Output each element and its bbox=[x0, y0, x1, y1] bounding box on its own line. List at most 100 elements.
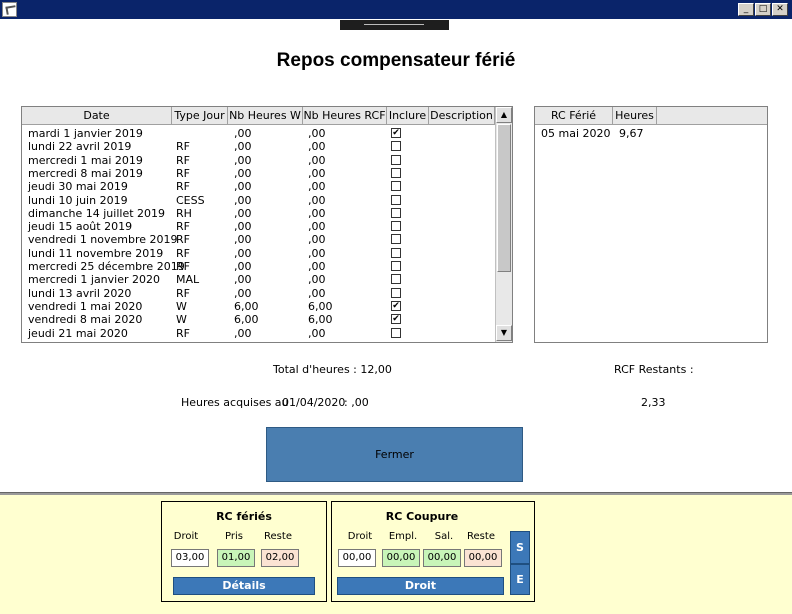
column-header-heures-w[interactable]: Nb Heures W bbox=[228, 107, 303, 125]
rc-feries-droit-field[interactable]: 03,00 bbox=[171, 549, 209, 567]
rc-ferie-date[interactable]: 05 mai 2020 bbox=[541, 127, 611, 140]
row-heures-w: ,00 bbox=[234, 286, 252, 300]
table-row[interactable]: jeudi 21 mai 2020 RF ,00 ,00 bbox=[22, 327, 495, 340]
row-type-jour: W bbox=[176, 299, 187, 313]
inclure-checkbox[interactable] bbox=[391, 141, 401, 152]
row-heures-w: ,00 bbox=[234, 153, 252, 167]
table-row[interactable]: lundi 11 novembre 2019 RF ,00 ,00 bbox=[22, 247, 495, 260]
row-heures-rcf: ,00 bbox=[308, 233, 326, 247]
table-row[interactable]: lundi 13 avril 2020 RF ,00 ,00 bbox=[22, 287, 495, 300]
details-button[interactable]: Détails bbox=[173, 577, 315, 595]
close-window-button[interactable]: ✕ bbox=[772, 3, 788, 16]
column-header-date[interactable]: Date bbox=[22, 107, 172, 125]
column-header-rc-ferie[interactable]: RC Férié bbox=[535, 107, 613, 125]
rc-coupure-reste-field[interactable]: 00,00 bbox=[464, 549, 502, 567]
row-heures-w: ,00 bbox=[234, 326, 252, 340]
row-heures-rcf: ,00 bbox=[308, 166, 326, 180]
inclure-checkbox[interactable] bbox=[391, 287, 401, 298]
table-row[interactable]: mardi 1 janvier 2019 ,00 ,00 ✔ bbox=[22, 127, 495, 140]
table-row[interactable]: vendredi 1 novembre 2019 RF ,00 ,00 bbox=[22, 233, 495, 246]
rc-coupure-sal-field[interactable]: 00,00 bbox=[423, 549, 461, 567]
rc-feries-panel: RC fériés Droit Pris Reste 03,00 01,00 0… bbox=[161, 501, 327, 602]
rc-feries-pris-field[interactable]: 01,00 bbox=[217, 549, 255, 567]
table-row[interactable]: lundi 22 avril 2019 RF ,00 ,00 bbox=[22, 140, 495, 153]
rc-coupure-sal-label: Sal. bbox=[434, 531, 454, 542]
rc-feries-reste-label: Reste bbox=[264, 531, 292, 542]
e-button[interactable]: E bbox=[510, 564, 530, 595]
row-date: lundi 11 novembre 2019 bbox=[28, 246, 164, 260]
inclure-checkbox[interactable] bbox=[391, 274, 401, 285]
inclure-checkbox[interactable] bbox=[391, 207, 401, 218]
table-row[interactable]: mercredi 1 mai 2019 RF ,00 ,00 bbox=[22, 154, 495, 167]
table-row[interactable]: mercredi 25 décembre 2019 RF ,00 ,00 bbox=[22, 260, 495, 273]
s-button[interactable]: S bbox=[510, 531, 530, 564]
inclure-checkbox[interactable] bbox=[391, 194, 401, 205]
row-heures-w: ,00 bbox=[234, 273, 252, 287]
row-date: jeudi 30 mai 2019 bbox=[28, 180, 128, 194]
row-type-jour: W bbox=[176, 313, 187, 327]
row-heures-w: ,00 bbox=[234, 206, 252, 220]
inclure-checkbox[interactable]: ✔ bbox=[391, 128, 401, 138]
rc-ferie-heures[interactable]: 9,67 bbox=[619, 127, 644, 140]
rc-coupure-title: RC Coupure bbox=[385, 510, 459, 523]
table-row[interactable]: mercredi 1 janvier 2020 MAL ,00 ,00 bbox=[22, 273, 495, 286]
table-row[interactable]: vendredi 8 mai 2020 W 6,00 6,00 ✔ bbox=[22, 313, 495, 326]
row-date: mardi 1 janvier 2019 bbox=[28, 127, 143, 140]
inclure-checkbox[interactable] bbox=[391, 181, 401, 192]
table-row[interactable]: mercredi 8 mai 2019 RF ,00 ,00 bbox=[22, 167, 495, 180]
scroll-up-icon[interactable]: ▲ bbox=[496, 107, 512, 123]
inclure-checkbox[interactable] bbox=[391, 234, 401, 245]
fermer-button[interactable]: Fermer bbox=[266, 427, 523, 482]
table-row[interactable]: dimanche 14 juillet 2019 RH ,00 ,00 bbox=[22, 207, 495, 220]
rc-feries-reste-field[interactable]: 02,00 bbox=[261, 549, 299, 567]
rc-ferie-table: RC Férié Heures 05 mai 2020 9,67 bbox=[534, 106, 768, 343]
app-icon bbox=[2, 2, 17, 17]
column-header-heures-rcf[interactable]: Nb Heures RCF bbox=[303, 107, 387, 125]
inclure-checkbox[interactable] bbox=[391, 327, 401, 338]
inclure-checkbox[interactable]: ✔ bbox=[391, 314, 401, 325]
table-scrollbar[interactable]: ▲ ▼ bbox=[495, 107, 512, 342]
rc-coupure-droit-label: Droit bbox=[347, 531, 373, 542]
heures-acquises-date: 01/04/2020 bbox=[282, 396, 346, 409]
minimize-button[interactable]: _ bbox=[738, 3, 754, 16]
row-heures-w: 6,00 bbox=[234, 299, 259, 313]
droit-button[interactable]: Droit bbox=[337, 577, 504, 595]
column-header-heures[interactable]: Heures bbox=[613, 107, 657, 125]
row-heures-w: ,00 bbox=[234, 193, 252, 207]
row-heures-rcf: ,00 bbox=[308, 273, 326, 287]
inclure-checkbox[interactable] bbox=[391, 154, 401, 165]
column-header-inclure[interactable]: Inclure bbox=[387, 107, 429, 125]
row-heures-w: ,00 bbox=[234, 260, 252, 273]
inclure-checkbox[interactable] bbox=[391, 247, 401, 258]
row-heures-w: ,00 bbox=[234, 127, 252, 140]
scroll-down-icon[interactable]: ▼ bbox=[496, 325, 512, 341]
inclure-checkbox[interactable] bbox=[391, 221, 401, 232]
rc-feries-title: RC fériés bbox=[216, 510, 272, 523]
table-row[interactable]: lundi 10 juin 2019 CESS ,00 ,00 bbox=[22, 194, 495, 207]
row-heures-rcf: 6,00 bbox=[308, 313, 333, 327]
maximize-button[interactable]: □ bbox=[755, 3, 771, 16]
column-header-description[interactable]: Description bbox=[429, 107, 495, 125]
rc-coupure-droit-field[interactable]: 00,00 bbox=[338, 549, 376, 567]
row-heures-rcf: ,00 bbox=[308, 326, 326, 340]
row-heures-w: ,00 bbox=[234, 166, 252, 180]
table-row[interactable]: vendredi 1 mai 2020 W 6,00 6,00 ✔ bbox=[22, 300, 495, 313]
row-date: mercredi 1 mai 2019 bbox=[28, 153, 143, 167]
scroll-thumb[interactable] bbox=[497, 124, 511, 272]
rc-coupure-empl-field[interactable]: 00,00 bbox=[382, 549, 420, 567]
rc-coupure-panel: RC Coupure Droit Empl. Sal. Reste 00,00 … bbox=[331, 501, 535, 602]
rcf-restants-label: RCF Restants : bbox=[614, 363, 694, 376]
row-heures-rcf: ,00 bbox=[308, 206, 326, 220]
column-header-type[interactable]: Type Jour bbox=[172, 107, 228, 125]
table-row[interactable]: jeudi 30 mai 2019 RF ,00 ,00 bbox=[22, 180, 495, 193]
row-date: jeudi 15 août 2019 bbox=[28, 220, 133, 234]
inclure-checkbox[interactable] bbox=[391, 167, 401, 178]
inclure-checkbox[interactable] bbox=[391, 261, 401, 271]
row-heures-rcf: ,00 bbox=[308, 153, 326, 167]
drag-handle[interactable] bbox=[340, 20, 449, 30]
inclure-checkbox[interactable]: ✔ bbox=[391, 300, 401, 311]
table-row[interactable]: jeudi 15 août 2019 RF ,00 ,00 bbox=[22, 220, 495, 233]
page-title: Repos compensateur férié bbox=[276, 50, 516, 71]
row-type-jour: RF bbox=[176, 233, 190, 247]
row-date: vendredi 8 mai 2020 bbox=[28, 313, 143, 327]
